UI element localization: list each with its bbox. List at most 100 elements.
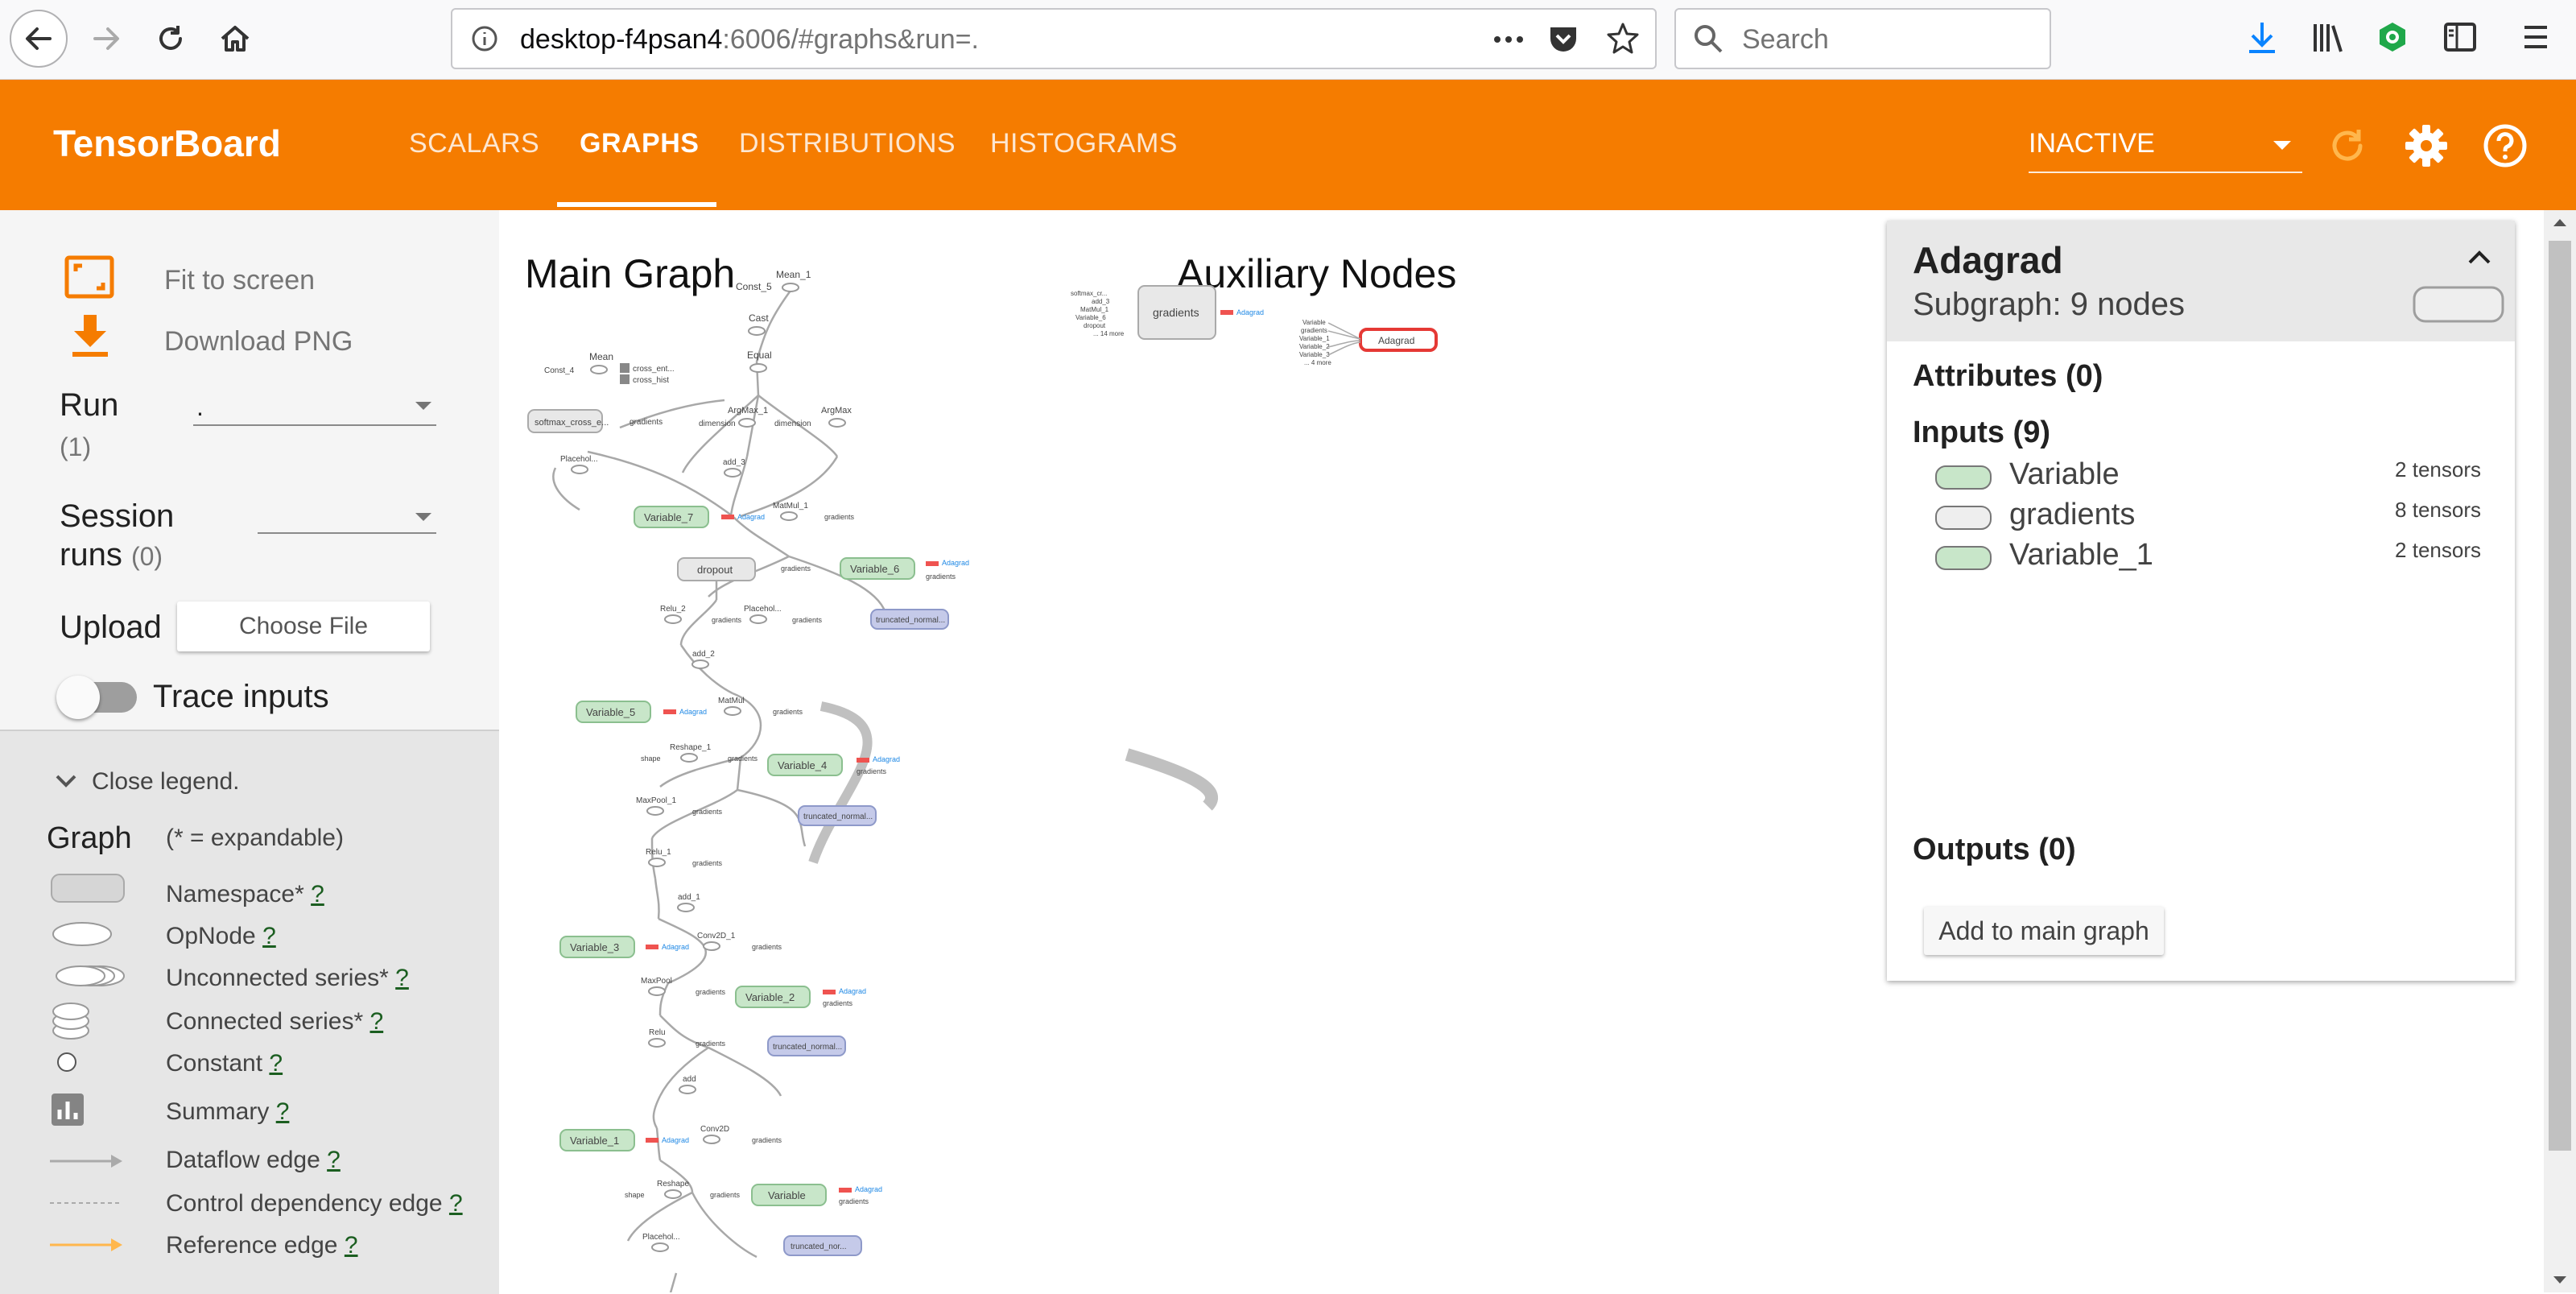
node-label: gradients xyxy=(712,616,742,624)
node-reshape-1[interactable] xyxy=(680,753,698,763)
sidebar-toggle-icon[interactable] xyxy=(2442,19,2478,55)
scroll-down-icon[interactable] xyxy=(2552,1275,2568,1286)
back-button[interactable] xyxy=(10,10,68,68)
info-icon[interactable] xyxy=(470,24,499,53)
help-link[interactable]: ? xyxy=(395,965,409,991)
close-legend-link[interactable]: Close legend. xyxy=(92,768,239,796)
help-link[interactable]: ? xyxy=(311,881,324,907)
more-actions-icon[interactable] xyxy=(1491,27,1526,52)
node-label: Adagrad xyxy=(839,987,866,995)
refresh-icon[interactable] xyxy=(2325,123,2370,168)
node-add[interactable] xyxy=(679,1085,696,1094)
run-dropdown[interactable]: . xyxy=(193,392,436,426)
url-text[interactable]: desktop-f4psan4:6006/#graphs&run=. xyxy=(520,24,979,56)
node-reshape[interactable] xyxy=(664,1189,682,1199)
help-icon[interactable] xyxy=(2481,122,2529,170)
help-link[interactable]: ? xyxy=(276,1098,290,1125)
node-argmax[interactable] xyxy=(828,418,846,428)
node-mean[interactable] xyxy=(590,365,608,374)
address-bar[interactable]: desktop-f4psan4:6006/#graphs&run=. xyxy=(451,8,1657,69)
node-label: gradients xyxy=(823,999,853,1007)
status-dropdown-value: INACTIVE xyxy=(2029,128,2155,159)
node-conv2d[interactable] xyxy=(703,1135,720,1144)
scrollbar-thumb[interactable] xyxy=(2549,241,2571,1151)
session-runs-dropdown[interactable] xyxy=(258,505,436,534)
input-gradients[interactable]: gradients xyxy=(2009,498,2135,532)
adagrad-ref-marker xyxy=(721,515,734,519)
node-add-2[interactable] xyxy=(691,659,709,669)
chevron-up-icon[interactable] xyxy=(2467,248,2492,266)
node-label: Adagrad xyxy=(855,1185,882,1193)
page-scrollbar[interactable] xyxy=(2544,210,2576,1292)
home-button[interactable] xyxy=(206,10,264,68)
summary-node-icon[interactable] xyxy=(620,374,630,384)
node-relu-1[interactable] xyxy=(648,858,666,867)
node-label: gradients xyxy=(773,708,803,716)
status-dropdown[interactable]: INACTIVE xyxy=(2029,120,2302,173)
input-variable-1[interactable]: Variable_1 xyxy=(2009,538,2153,573)
help-link[interactable]: ? xyxy=(370,1008,384,1035)
choose-file-button[interactable]: Choose File xyxy=(177,602,430,651)
extension-eye-icon[interactable] xyxy=(2375,19,2410,55)
tab-distributions[interactable]: DISTRIBUTIONS xyxy=(739,128,956,159)
tab-histograms[interactable]: HISTOGRAMS xyxy=(990,128,1178,159)
node-label: Const_4 xyxy=(544,366,575,375)
add-to-main-graph-button[interactable]: Add to main graph xyxy=(1924,907,2164,955)
tab-graphs[interactable]: GRAPHS xyxy=(580,128,699,159)
node-argmax-1[interactable] xyxy=(738,418,756,428)
node-mean-1[interactable] xyxy=(782,283,799,292)
node-label: Adagrad xyxy=(737,513,765,521)
node-placeholder[interactable] xyxy=(571,465,588,474)
trace-inputs-toggle-knob[interactable] xyxy=(56,676,100,719)
node-placeholder-3[interactable] xyxy=(651,1242,669,1252)
help-link[interactable]: ? xyxy=(327,1147,341,1173)
pocket-icon[interactable] xyxy=(1547,23,1579,55)
node-label: Variable xyxy=(768,1189,806,1201)
help-link[interactable]: ? xyxy=(262,923,276,949)
settings-gear-icon[interactable] xyxy=(2402,122,2450,170)
legend-item-constant: Constant ? xyxy=(166,1050,283,1077)
help-link[interactable]: ? xyxy=(345,1232,358,1259)
library-icon[interactable] xyxy=(2310,19,2346,55)
node-relu[interactable] xyxy=(648,1038,666,1048)
node-relu-2[interactable] xyxy=(664,614,682,624)
node-matmul-1[interactable] xyxy=(780,511,798,521)
node-label: gradients xyxy=(752,943,782,951)
node-cast[interactable] xyxy=(748,326,766,336)
help-link[interactable]: ? xyxy=(269,1050,283,1077)
download-png-button[interactable]: Download PNG xyxy=(164,326,353,358)
aux-input-label: Variable_3 xyxy=(1299,351,1330,358)
bookmark-star-icon[interactable] xyxy=(1605,21,1641,56)
node-add-3[interactable] xyxy=(724,468,741,477)
node-label: MaxPool_1 xyxy=(636,796,676,805)
node-matmul[interactable] xyxy=(724,706,741,716)
reload-button[interactable] xyxy=(142,10,200,68)
summary-node-icon[interactable] xyxy=(620,363,630,373)
fit-to-screen-icon[interactable] xyxy=(64,255,114,299)
active-tab-indicator xyxy=(557,202,716,207)
aux-input-label: MatMul_1 xyxy=(1080,306,1109,313)
download-icon[interactable] xyxy=(69,313,111,358)
fit-to-screen-button[interactable]: Fit to screen xyxy=(164,265,315,296)
node-maxpool[interactable] xyxy=(648,986,666,996)
node-add-1[interactable] xyxy=(677,903,695,912)
run-count: (1) xyxy=(60,432,92,461)
tab-scalars[interactable]: SCALARS xyxy=(409,128,539,159)
node-conv2d-1[interactable] xyxy=(703,941,720,951)
control-dependency-edge-symbol-icon xyxy=(50,1202,122,1204)
node-maxpool-1[interactable] xyxy=(646,806,664,816)
input-variable[interactable]: Variable xyxy=(2009,457,2120,492)
hamburger-menu-icon[interactable] xyxy=(2520,21,2552,53)
scroll-up-icon[interactable] xyxy=(2552,217,2568,228)
node-placeholder-2[interactable] xyxy=(749,614,767,624)
node-label: gradients xyxy=(781,564,811,573)
chevron-down-icon[interactable] xyxy=(55,773,77,789)
forward-button[interactable] xyxy=(77,10,135,68)
downloads-icon[interactable] xyxy=(2246,19,2278,55)
help-link[interactable]: ? xyxy=(449,1190,463,1217)
node-equal[interactable] xyxy=(749,363,767,373)
graph-svg[interactable]: Mean_1 Const_5 Cast Equal Mean Const_4 c… xyxy=(499,210,1884,1292)
forward-arrow-icon xyxy=(93,27,119,50)
search-bar[interactable]: Search xyxy=(1674,8,2051,69)
node-label: dimension xyxy=(774,420,811,428)
